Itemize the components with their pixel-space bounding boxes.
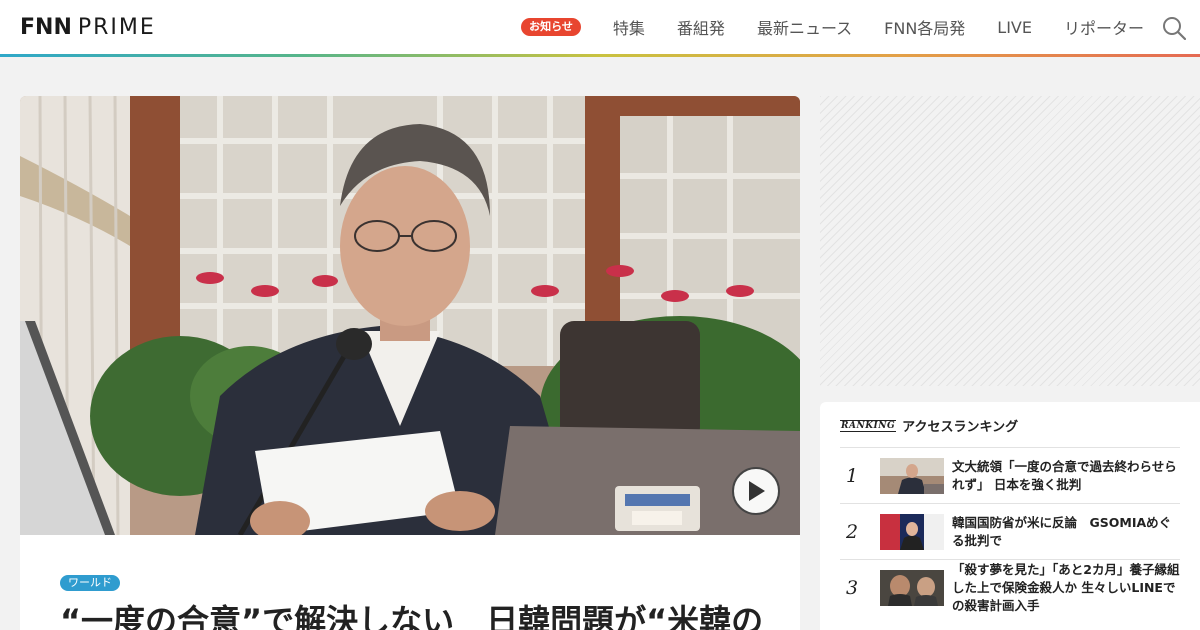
nav-item-live[interactable]: LIVE xyxy=(997,18,1032,37)
rank-number: 1 xyxy=(846,464,859,487)
logo-prime: PRIME xyxy=(77,14,156,40)
hero-headline[interactable]: “一度の合意”で解決しない 日韓問題が“米韓の xyxy=(60,599,780,630)
ranking-title: アクセスランキング xyxy=(902,420,1019,435)
ranking-thumbnail xyxy=(880,569,944,606)
main-nav: お知らせ 特集 番組発 最新ニュース FNN各局発 LIVE リポーター xyxy=(521,0,1144,54)
ranking-item-text: 韓国国防省が米に反論 GSOMIAめぐる批判で xyxy=(952,514,1172,548)
ranking-list: 1 文大統領「一度の合意で過去終わらせられず」 日本を強く批判 2 韓国国防省が… xyxy=(840,447,1180,615)
nav-item-latest-news[interactable]: 最新ニュース xyxy=(757,15,852,39)
ranking-thumbnail xyxy=(880,513,944,550)
fnn-prime-logo[interactable]: FNN PRIME xyxy=(20,14,156,40)
nav-item-features[interactable]: 特集 xyxy=(613,15,645,39)
ranking-card: RANKING アクセスランキング 1 文大統領「一度の合意で過去終わらせられず… xyxy=(820,402,1200,630)
nav-item-programs[interactable]: 番組発 xyxy=(677,15,725,39)
ranking-item-text: 「殺す夢を見た」「あと2カ月」養子縁組した上で保険金殺人か 生々しいLINEでの… xyxy=(952,561,1180,613)
rank-number: 2 xyxy=(846,520,859,543)
ranking-item[interactable]: 2 韓国国防省が米に反論 GSOMIAめぐる批判で xyxy=(840,503,1180,559)
site-header: FNN PRIME お知らせ 特集 番組発 最新ニュース FNN各局発 LIVE… xyxy=(0,0,1200,54)
ranking-item[interactable]: 3 「殺す夢を見た」「あと2カ月」養子縁組した上で保険金殺人か 生々しいLINE… xyxy=(840,559,1180,615)
nav-item-fnn-stations[interactable]: FNN各局発 xyxy=(884,15,965,39)
category-tag[interactable]: ワールド xyxy=(60,575,120,591)
ad-placeholder xyxy=(820,96,1200,386)
play-icon xyxy=(749,481,765,501)
logo-fnn: FNN xyxy=(20,14,72,40)
rank-number: 3 xyxy=(846,576,859,599)
hero-scene-illustration xyxy=(20,96,800,535)
hero-article-card[interactable]: ワールド “一度の合意”で解決しない 日韓問題が“米韓の xyxy=(20,96,800,630)
search-icon[interactable] xyxy=(1162,16,1186,40)
nav-item-reporters[interactable]: リポーター xyxy=(1064,15,1144,39)
play-button[interactable] xyxy=(732,467,780,515)
notice-badge[interactable]: お知らせ xyxy=(521,18,581,36)
ranking-thumbnail xyxy=(880,457,944,494)
ranking-item-text: 文大統領「一度の合意で過去終わらせられず」 日本を強く批判 xyxy=(952,458,1177,492)
ranking-logo: RANKING xyxy=(840,419,897,432)
ranking-header: RANKING アクセスランキング xyxy=(840,416,1018,435)
header-color-rule xyxy=(0,54,1200,57)
hero-video-thumbnail[interactable] xyxy=(20,96,800,535)
ranking-item[interactable]: 1 文大統領「一度の合意で過去終わらせられず」 日本を強く批判 xyxy=(840,447,1180,503)
